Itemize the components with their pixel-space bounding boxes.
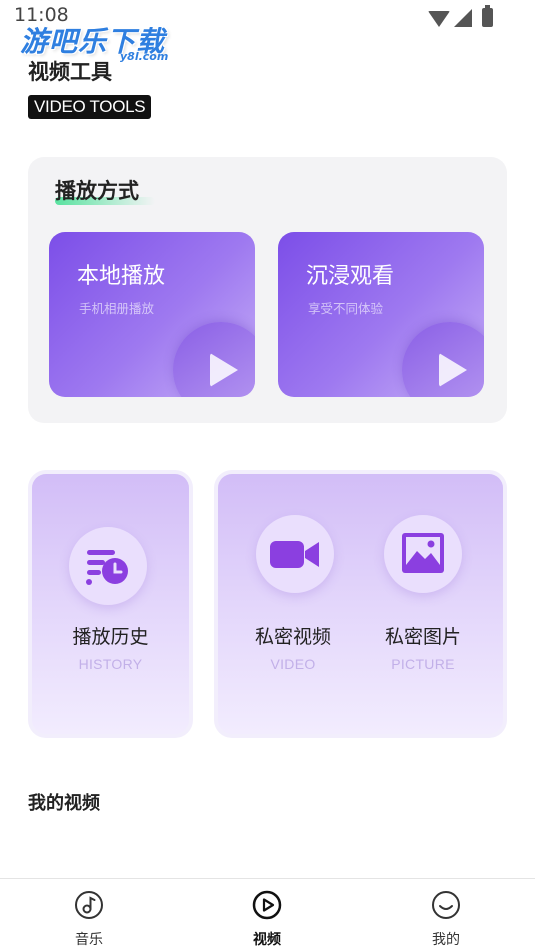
status-icons — [428, 5, 493, 27]
history-list-icon — [69, 527, 147, 605]
private-picture-sub: PICTURE — [391, 656, 455, 672]
local-play-title: 本地播放 — [77, 264, 166, 289]
local-play-desc: 手机相册播放 — [79, 301, 155, 316]
play-mode-title: 播放方式 — [55, 179, 139, 203]
local-play-card[interactable]: 本地播放 手机相册播放 — [49, 232, 255, 397]
nav-label-music: 音乐 — [75, 932, 103, 948]
play-icon — [402, 322, 484, 397]
private-video-label: 私密视频 — [254, 626, 331, 648]
nav-item-music[interactable]: 音乐 — [49, 889, 129, 949]
smiley-icon — [432, 891, 460, 919]
my-videos-title: 我的视频 — [28, 793, 100, 814]
watermark-logo: 游吧乐下载 y8l.com — [20, 20, 169, 63]
immersive-play-card[interactable]: 沉浸观看 享受不同体验 — [278, 232, 484, 397]
nav-item-mine[interactable]: 我的 — [406, 889, 486, 949]
picture-icon — [384, 515, 462, 593]
nav-label-mine: 我的 — [432, 932, 460, 948]
immersive-play-desc: 享受不同体验 — [308, 301, 384, 316]
page-title: 视频工具 — [28, 60, 112, 84]
private-picture-button[interactable]: 私密图片 PICTURE — [360, 474, 503, 734]
play-mode-section: 播放方式 本地播放 手机相册播放 沉浸观看 享受不同体验 — [28, 157, 507, 423]
nav-item-video[interactable]: 视频 — [227, 889, 307, 949]
history-card[interactable]: 播放历史 HISTORY — [28, 470, 193, 738]
play-circle-icon — [252, 890, 282, 920]
history-sub: HISTORY — [78, 656, 143, 672]
signal-icon — [454, 9, 472, 27]
private-video-sub: VIDEO — [270, 656, 316, 672]
music-note-icon — [75, 891, 103, 919]
video-camera-icon — [256, 515, 334, 593]
history-label: 播放历史 — [72, 626, 149, 648]
play-icon — [173, 322, 255, 397]
private-video-button[interactable]: 私密视频 VIDEO — [218, 474, 360, 734]
bottom-nav: 音乐 视频 我的 — [0, 878, 535, 951]
nav-label-video: 视频 — [253, 932, 281, 948]
private-picture-label: 私密图片 — [384, 626, 461, 648]
page-subtitle-badge: VIDEO TOOLS — [28, 95, 152, 119]
battery-icon — [482, 5, 493, 27]
immersive-play-title: 沉浸观看 — [306, 264, 395, 289]
wifi-icon — [428, 11, 450, 27]
private-card: 私密视频 VIDEO 私密图片 PICTURE — [214, 470, 507, 738]
watermark-sub-text: y8l.com — [120, 50, 169, 63]
